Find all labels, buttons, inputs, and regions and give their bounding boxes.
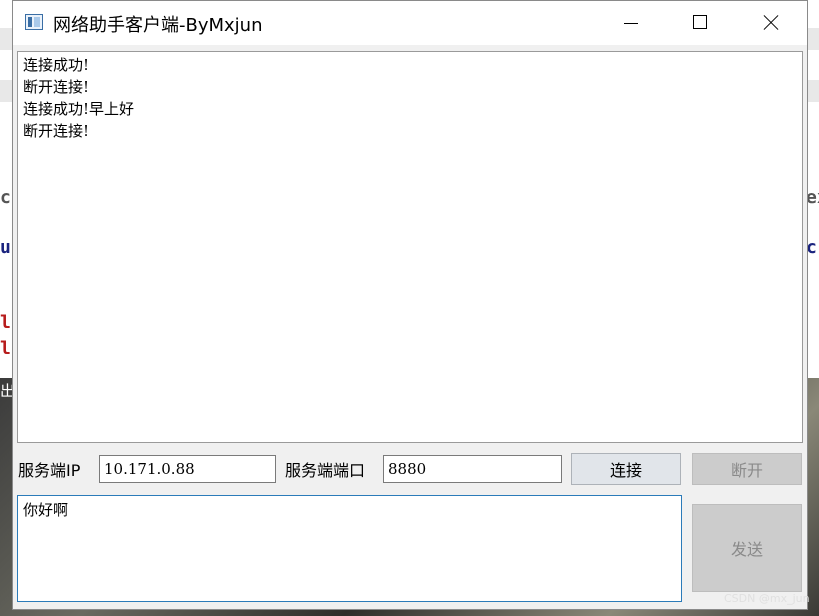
close-button[interactable] [735,1,805,45]
maximize-button[interactable] [665,1,735,45]
background-text-fragment: c [0,187,11,208]
watermark: CSDN @mx_jun [724,592,810,605]
log-line: 连接成功! [23,56,90,74]
server-ip-input[interactable] [99,455,276,483]
message-input[interactable]: 你好啊 [17,495,682,602]
maximize-icon [693,15,707,29]
log-line: 断开连接! [23,122,90,140]
minimize-button[interactable] [595,1,665,45]
window-title: 网络助手客户端-ByMxjun [53,15,263,36]
connect-button[interactable]: 连接 [571,453,681,485]
send-button[interactable]: 发送 [692,504,802,592]
message-log[interactable]: 连接成功! 断开连接! 连接成功!早上好 断开连接! [17,51,803,443]
app-window-icon [25,14,43,30]
server-port-label: 服务端端口 [285,461,366,480]
minimize-icon [624,23,638,24]
server-ip-label: 服务端IP [18,461,81,480]
background-text-fragment: l [0,312,11,333]
server-port-input[interactable] [383,455,562,483]
client-window: 网络助手客户端-ByMxjun 连接成功! 断开连接! 连接成功!早上好 断开连… [12,0,808,610]
background-text-fragment: u [0,237,11,258]
background-text-fragment: l [0,338,11,359]
disconnect-button[interactable]: 断开 [692,453,802,485]
log-line: 断开连接! [23,78,90,96]
title-bar[interactable]: 网络助手客户端-ByMxjun [13,1,807,45]
log-line: 连接成功!早上好 [23,100,135,118]
